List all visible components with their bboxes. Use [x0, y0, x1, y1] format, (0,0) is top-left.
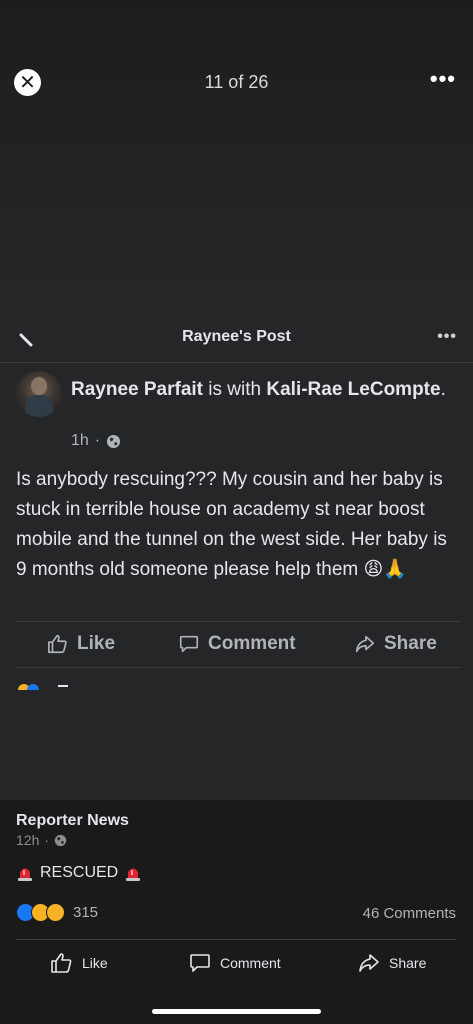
bottom-comment-label: Comment [220, 955, 281, 971]
share-icon [355, 635, 375, 653]
sad-reaction-icon [46, 903, 65, 922]
siren-icon [18, 868, 32, 881]
comment-icon [190, 954, 210, 972]
divider [16, 667, 461, 668]
author-name[interactable]: Raynee Parfait [71, 379, 203, 400]
page-name[interactable]: Reporter News [16, 812, 129, 830]
page-time[interactable]: 12h [16, 832, 39, 848]
share-button[interactable]: Share [354, 633, 437, 655]
divider [16, 621, 461, 622]
like-button[interactable]: Like [47, 633, 115, 655]
siren-icon [126, 868, 141, 881]
bottom-like-button[interactable]: Like [50, 951, 108, 975]
thumbs-up-icon [51, 953, 72, 973]
post-header: Raynee's Post ••• [0, 330, 473, 363]
tagged-name[interactable]: Kali-Rae LeCompte [266, 379, 440, 400]
post-meta: 1h · [71, 432, 121, 450]
reaction-count: 315 [73, 904, 99, 921]
caption-text: RESCUED [16, 864, 142, 882]
period: . [440, 379, 446, 400]
avatar[interactable] [16, 371, 62, 417]
post-time[interactable]: 1h [71, 432, 89, 450]
more-options-icon[interactable]: ••• [430, 66, 456, 92]
page-meta: 12h · [16, 832, 67, 848]
like-label: Like [77, 633, 116, 654]
bottom-like-label: Like [82, 955, 108, 971]
meta-dot: · [94, 432, 101, 449]
comment-label: Comment [208, 633, 296, 654]
comment-button[interactable]: Comment [178, 633, 296, 655]
comments-count[interactable]: 46 Comments [363, 905, 456, 922]
page-meta-dot: · [44, 832, 50, 848]
caption-label: RESCUED [40, 864, 119, 881]
share-icon [359, 954, 379, 972]
reaction-summary-peek [18, 684, 78, 690]
thumbs-up-icon [48, 634, 67, 654]
home-indicator[interactable] [152, 1009, 321, 1014]
bottom-share-button[interactable]: Share [357, 951, 426, 975]
photo-counter: 11 of 26 [204, 72, 269, 92]
share-label: Share [384, 633, 437, 654]
with-text: is with [208, 379, 262, 400]
globe-icon [107, 434, 121, 448]
divider [16, 939, 456, 940]
globe-icon [54, 834, 67, 846]
post-more-icon[interactable]: ••• [437, 330, 457, 346]
author-line: Raynee Parfait is with Kali-Rae LeCompte… [71, 376, 451, 404]
post-header-title: Raynee's Post [182, 330, 291, 345]
reactions-summary[interactable]: 315 [16, 903, 98, 922]
bottom-comment-button[interactable]: Comment [188, 951, 281, 975]
viewer-top-area [0, 0, 473, 330]
post-emoji: 😩🙏 [363, 559, 407, 580]
post-text: Is anybody rescuing??? My cousin and her… [16, 465, 461, 585]
bottom-share-label: Share [389, 955, 427, 971]
comment-icon [179, 635, 199, 653]
